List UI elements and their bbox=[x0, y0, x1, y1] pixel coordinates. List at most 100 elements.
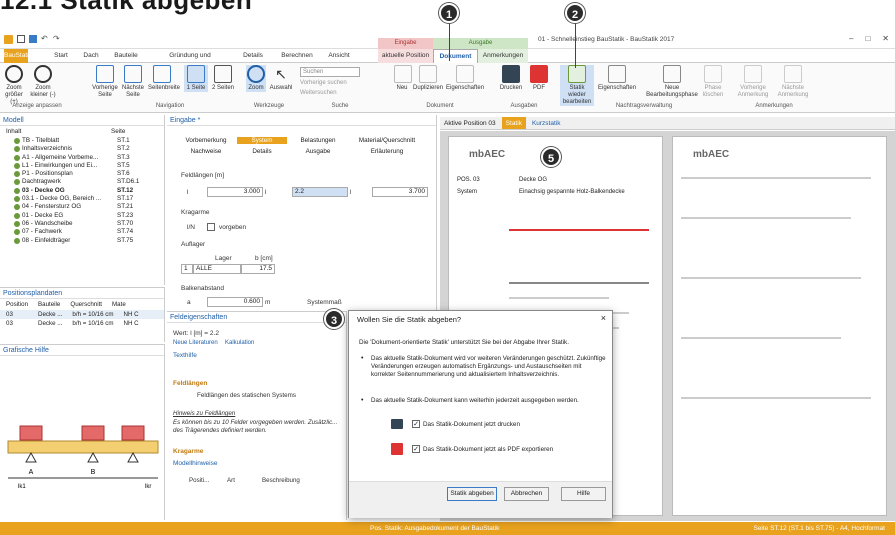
col-seite: Seite bbox=[111, 128, 126, 135]
tab-details[interactable]: Details bbox=[237, 148, 287, 155]
zoom-kleiner-button[interactable]: Zoom kleiner (-) bbox=[30, 65, 56, 99]
page1-logo: mbAEC bbox=[469, 149, 506, 160]
seitenbreite-button[interactable]: Seitenbreite bbox=[148, 65, 180, 92]
pdf-button[interactable]: PDF bbox=[528, 65, 550, 92]
bullet-icon: • bbox=[361, 397, 364, 404]
positionsplan-header: Position Bauteile Querschnitt Mate bbox=[0, 299, 164, 310]
page2-logo: mbAEC bbox=[693, 149, 730, 160]
cell-position: 03 bbox=[6, 311, 13, 318]
tab-belastungen[interactable]: Belastungen bbox=[287, 137, 349, 144]
tab-gruendung[interactable]: Gründung und Grundbau bbox=[154, 49, 226, 73]
neue-bearbeitungsphase-button[interactable]: Neue Bearbeitungsphase bbox=[644, 65, 700, 99]
eigenschaften-button[interactable]: Eigenschaften bbox=[446, 65, 484, 92]
neu-button[interactable]: Neu bbox=[394, 65, 412, 92]
tree-item-label: Inhaltsverzeichnis bbox=[22, 145, 73, 153]
tree-item[interactable]: 01 - Decke EG ST.23 bbox=[14, 212, 164, 220]
position-icon bbox=[14, 187, 20, 194]
maximize-button[interactable]: □ bbox=[865, 34, 870, 43]
tab-details[interactable]: Details bbox=[240, 49, 266, 63]
tab-dach[interactable]: Dach bbox=[80, 49, 102, 63]
tree-item[interactable]: 07 - Fachwerk ST.74 bbox=[14, 228, 164, 236]
tree-item[interactable]: L1 - Einwirkungen und Ei... ST.5 bbox=[14, 162, 164, 170]
search-prev-button[interactable]: Vorherige suchen bbox=[300, 80, 347, 86]
dialog-close-icon[interactable]: × bbox=[601, 313, 606, 323]
link-literatur[interactable]: Neue Literaturen bbox=[173, 340, 218, 346]
duplizieren-button[interactable]: Duplizieren bbox=[412, 65, 444, 92]
link-kalkulation[interactable]: Kalkulation bbox=[225, 340, 254, 346]
model-tree: TB - Titelblatt ST.1 Inhaltsverzeichnis ST.… bbox=[0, 137, 164, 245]
table-row[interactable]: 03 Decke ... b/h = 10/16 cm NH C bbox=[0, 310, 164, 319]
l2-input[interactable]: 2.2 bbox=[292, 187, 348, 197]
doc-tab-kurzstatik[interactable]: Kurzstatik bbox=[532, 117, 561, 129]
close-button[interactable]: ✕ bbox=[882, 34, 889, 43]
auswahl-button[interactable]: ↖ Auswahl bbox=[268, 65, 294, 92]
auswahl-label: Auswahl bbox=[269, 85, 293, 91]
tree-item[interactable]: Inhaltsverzeichnis ST.2 bbox=[14, 145, 164, 153]
tree-item[interactable]: 04 - Fenstersturz OG ST.21 bbox=[14, 203, 164, 211]
page1-beam-line bbox=[509, 229, 649, 231]
vorherige-seite-button[interactable]: Vorherige Seite bbox=[92, 65, 118, 99]
undo-icon[interactable]: ↶ bbox=[41, 35, 49, 43]
tree-item[interactable]: A1 - Allgemeine Vorbeme... ST.3 bbox=[14, 154, 164, 162]
b-input[interactable]: 17.5 bbox=[241, 264, 275, 274]
feld-panel: Feldeigenschaften Wert: l [m] = 2.2 Neue… bbox=[167, 311, 347, 520]
lager-select[interactable]: ALLE bbox=[193, 264, 241, 274]
tree-item-page: ST.5 bbox=[117, 161, 130, 169]
tab-aktuelle-position[interactable]: aktuelle Position bbox=[378, 49, 433, 63]
tab-material[interactable]: Material/Querschnitt bbox=[349, 137, 425, 144]
tab-start[interactable]: Start bbox=[50, 49, 72, 63]
tree-item[interactable]: 08 - Einfeldträger ST.75 bbox=[14, 237, 164, 245]
tree-item[interactable]: 03.1 - Decke OG, Bereich ... ST.17 bbox=[14, 195, 164, 203]
tree-item[interactable]: 03 - Decke OG ST.12 bbox=[14, 187, 164, 195]
statik-abgeben-button[interactable]: Statik abgeben bbox=[447, 487, 497, 501]
minimize-button[interactable]: – bbox=[849, 34, 853, 43]
duplicate-icon bbox=[419, 65, 437, 83]
tree-item[interactable]: P1 - Positionsplan ST.6 bbox=[14, 170, 164, 178]
vorherige-anmerkung-button[interactable]: Vorherige Anmerkung bbox=[734, 65, 772, 99]
tab-berechnen[interactable]: Berechnen bbox=[278, 49, 316, 63]
print-checkbox[interactable]: ✓ bbox=[412, 420, 420, 428]
l1-input[interactable]: 3.000 bbox=[207, 187, 263, 197]
tab-anmerkungen[interactable]: Anmerkungen bbox=[478, 49, 528, 63]
statik-wieder-bearbeiten-button[interactable]: Statik wieder bearbeiten bbox=[560, 65, 594, 106]
eine-seite-button[interactable]: 1 Seite bbox=[184, 65, 208, 92]
phase-loeschen-button[interactable]: Phase löschen bbox=[702, 65, 724, 99]
new-doc-icon bbox=[394, 65, 412, 83]
group-dokument: Dokument bbox=[426, 103, 454, 109]
col-inhalt: Inhalt bbox=[6, 128, 22, 135]
tree-item[interactable]: Dachtragwerk ST.D6.1 bbox=[14, 178, 164, 186]
tab-ausgabe[interactable]: Ausgabe bbox=[287, 148, 349, 155]
l3-input[interactable]: 3.700 bbox=[372, 187, 428, 197]
tree-item[interactable]: 06 - Wandscheibe ST.70 bbox=[14, 220, 164, 228]
tab-ansicht[interactable]: Ansicht bbox=[324, 49, 354, 63]
redo-icon[interactable]: ↷ bbox=[53, 35, 61, 43]
tab-system[interactable]: System bbox=[237, 137, 287, 144]
search-input[interactable]: Suchen bbox=[300, 67, 360, 77]
naechste-anmerkung-button[interactable]: Nächste Anmerkung bbox=[774, 65, 812, 99]
new-icon[interactable] bbox=[17, 35, 25, 43]
save-icon[interactable] bbox=[29, 35, 37, 43]
tab-baustatik[interactable]: BauStatik bbox=[4, 49, 32, 63]
vorgeben-checkbox[interactable] bbox=[207, 223, 215, 231]
tab-vorbemerkung[interactable]: Vorbemerkung bbox=[175, 137, 237, 144]
zoom-groesser-button[interactable]: Zoom größer (+) bbox=[2, 65, 26, 106]
doc-tab-aktive-position[interactable]: Aktive Position 03 bbox=[444, 117, 496, 129]
drucken-button[interactable]: Drucken bbox=[497, 65, 525, 92]
naechste-seite-button[interactable]: Nächste Seite bbox=[120, 65, 146, 99]
zwei-seiten-button[interactable]: 2 Seiten bbox=[210, 65, 236, 92]
hilfe-button[interactable]: Hilfe bbox=[561, 487, 606, 501]
pdf-checkbox[interactable]: ✓ bbox=[412, 445, 420, 453]
a-input[interactable]: 0.600 bbox=[207, 297, 263, 307]
page-heading: 12.1 Statik abgeben bbox=[0, 0, 253, 15]
zoom-button[interactable]: Zoom bbox=[246, 65, 266, 92]
tree-item[interactable]: TB - Titelblatt ST.1 bbox=[14, 137, 164, 145]
tab-dokument[interactable]: Dokument bbox=[433, 49, 478, 63]
eigenschaften-2-button[interactable]: Eigenschaften bbox=[598, 65, 636, 92]
table-row[interactable]: 03 Decke ... b/h = 10/16 cm NH C bbox=[0, 319, 164, 325]
doc-tab-statik[interactable]: Statik bbox=[501, 117, 526, 129]
tab-nachweise[interactable]: Nachweise bbox=[175, 148, 237, 155]
tab-erlaeuterung[interactable]: Erläuterung bbox=[349, 148, 425, 155]
abbrechen-button[interactable]: Abbrechen bbox=[504, 487, 549, 501]
search-next-button[interactable]: Weitersuchen bbox=[300, 90, 337, 96]
tab-bauteile[interactable]: Bauteile bbox=[111, 49, 141, 63]
